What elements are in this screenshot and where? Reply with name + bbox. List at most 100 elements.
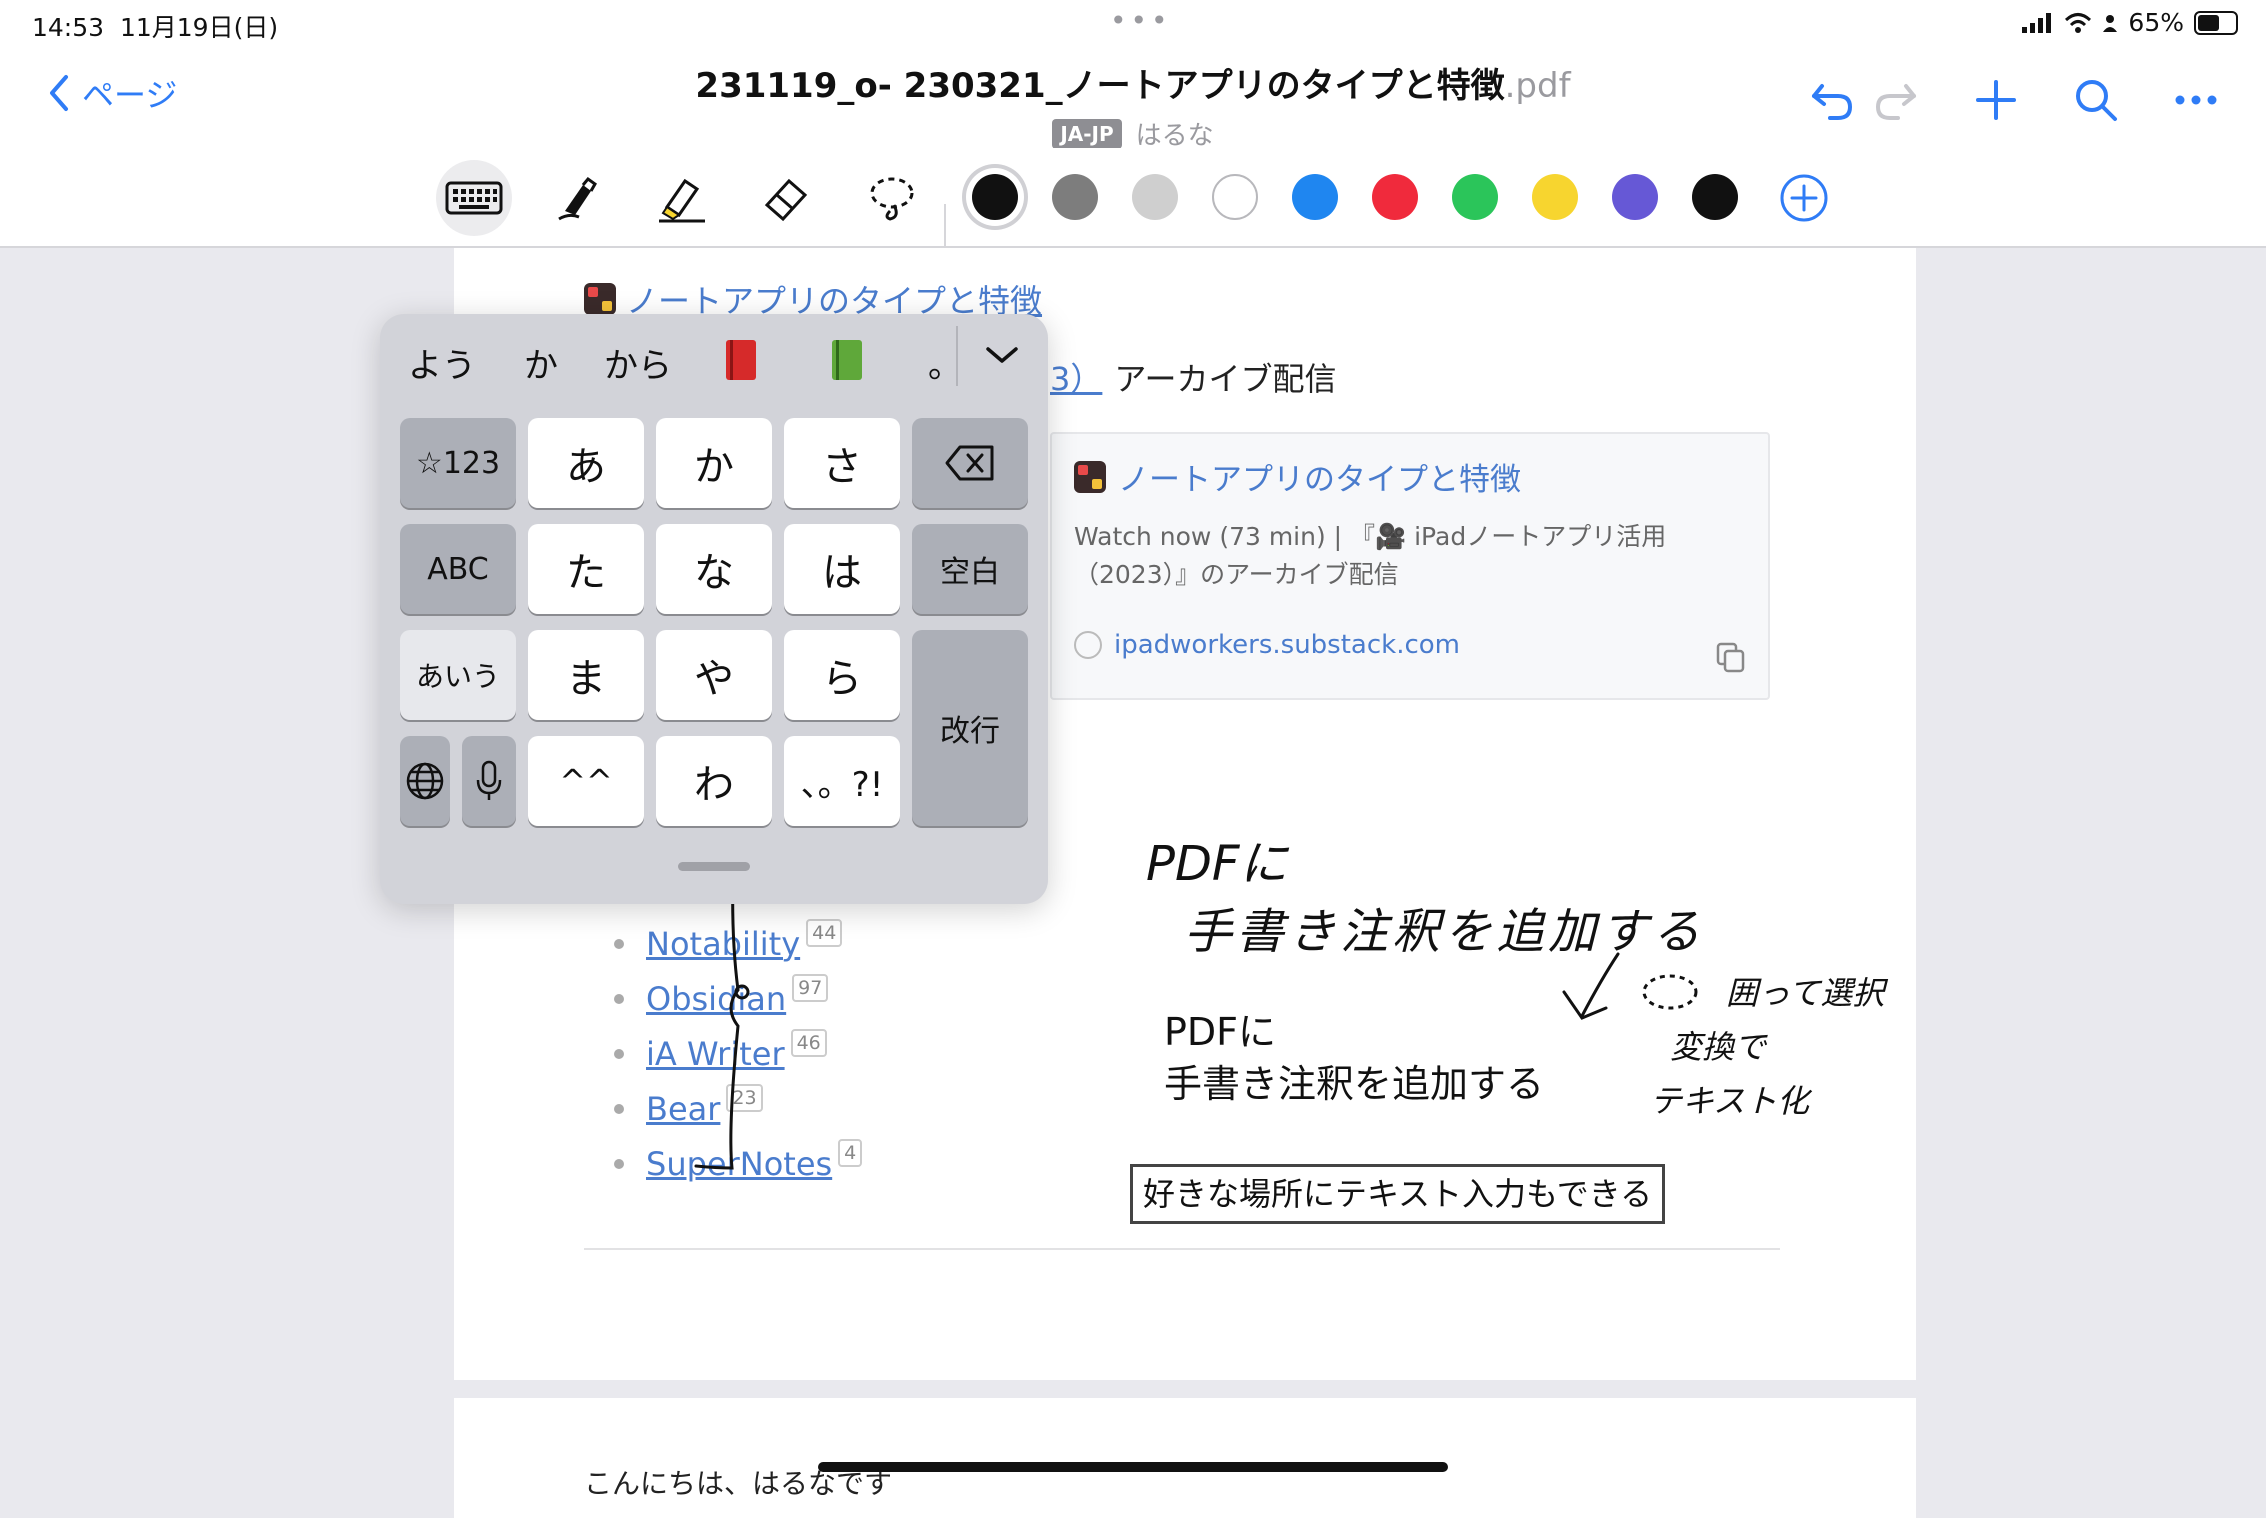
- handwriting-line2: 手書き注釈を追加する: [1184, 904, 1704, 960]
- cellular-icon: [2022, 12, 2052, 33]
- battery-percent: 65%: [2128, 8, 2184, 37]
- key-numbers[interactable]: ☆123: [400, 418, 516, 508]
- candidate[interactable]: から: [604, 338, 672, 387]
- color-swatch[interactable]: [1052, 174, 1098, 220]
- navigation-bar: ページ 231119_o- 230321_ノートアプリのタイプと特徴.pdf J…: [0, 48, 2266, 151]
- list-item: SuperNotes 4: [614, 1136, 863, 1191]
- more-icon[interactable]: [2166, 70, 2226, 130]
- lasso-icon[interactable]: [854, 160, 930, 236]
- color-swatch[interactable]: [1692, 174, 1738, 220]
- key-ra[interactable]: ら: [784, 630, 900, 720]
- count-badge: 4: [838, 1138, 863, 1167]
- key-a[interactable]: あ: [528, 418, 644, 508]
- handwriting-line1: PDFに: [1146, 836, 1290, 892]
- key-kana[interactable]: あいう: [400, 630, 516, 720]
- list-item: Notability 44: [614, 916, 862, 971]
- globe-key[interactable]: [400, 736, 450, 826]
- handwriting-note2: 変換で: [1670, 1028, 1768, 1066]
- card-url: ipadworkers.substack.com: [1074, 630, 1460, 660]
- candidate[interactable]: か: [524, 338, 558, 387]
- card-title: ノートアプリのタイプと特徴: [1074, 454, 1521, 499]
- key-ka[interactable]: か: [656, 418, 772, 508]
- count-badge: 46: [790, 1028, 827, 1057]
- status-indicators: 65%: [2022, 8, 2238, 37]
- bullet: [614, 938, 624, 949]
- key-na[interactable]: な: [656, 524, 772, 614]
- key-ta[interactable]: た: [528, 524, 644, 614]
- delete-key[interactable]: [912, 418, 1028, 508]
- key-emoticon[interactable]: ^^: [528, 736, 644, 826]
- keyboard-drag-handle[interactable]: [678, 862, 750, 871]
- toolbar-divider: [944, 204, 946, 248]
- author-name: はるな: [1135, 121, 1214, 151]
- keyboard-icon[interactable]: [436, 160, 512, 236]
- candidate-emoji-green-book[interactable]: [830, 338, 864, 391]
- plus-icon[interactable]: [1966, 70, 2026, 130]
- bullet: [614, 1048, 624, 1059]
- card-description: Watch now (73 min) | 『🎥 iPadノートアプリ活用（202…: [1074, 522, 1667, 589]
- candidate-emoji-red-book[interactable]: [724, 338, 758, 391]
- color-swatch[interactable]: [1612, 174, 1658, 220]
- undo-icon[interactable]: [1802, 70, 1862, 130]
- microphone-icon: [476, 760, 502, 800]
- pdf-page-next[interactable]: こんにちは、はるなです: [454, 1398, 1916, 1518]
- bullet: [614, 1158, 624, 1169]
- status-bar: 14:53 11月19日(日) ••• 65%: [0, 0, 2266, 48]
- floating-keyboard[interactable]: よう か から 。 ☆123 あ か さ ABC た な は 空白 あいう ま …: [380, 314, 1048, 904]
- candidate-separator: [956, 326, 958, 386]
- color-swatch[interactable]: [1452, 174, 1498, 220]
- color-swatch[interactable]: [1212, 174, 1258, 220]
- redo-icon[interactable]: [1866, 70, 1926, 130]
- highlighter-icon[interactable]: [644, 160, 720, 236]
- wifi-icon: [2065, 12, 2092, 33]
- person-icon: [2103, 14, 2118, 32]
- site-favicon-icon: [1074, 631, 1102, 659]
- key-ha[interactable]: は: [784, 524, 900, 614]
- count-badge: 23: [726, 1083, 763, 1112]
- key-sa[interactable]: さ: [784, 418, 900, 508]
- notebook-app-icon: [1074, 460, 1106, 493]
- pen-icon[interactable]: [542, 160, 618, 236]
- key-punctuation[interactable]: 、。?!: [784, 736, 900, 826]
- battery-icon: [2194, 10, 2238, 35]
- candidate[interactable]: よう: [408, 338, 476, 387]
- key-wa[interactable]: わ: [656, 736, 772, 826]
- key-ma[interactable]: ま: [528, 630, 644, 720]
- return-key[interactable]: 改行: [912, 630, 1028, 826]
- text-box[interactable]: 好きな場所にテキスト入力もできる: [1130, 1164, 1666, 1224]
- color-swatch[interactable]: [1532, 174, 1578, 220]
- language-badge: JA-JP: [1052, 118, 1122, 149]
- list-item: Obsidian 97: [614, 971, 862, 1026]
- globe-icon: [406, 762, 444, 800]
- converted-text[interactable]: PDFに 手書き注釈を追加する: [1164, 1006, 1544, 1110]
- multitasking-dots-icon[interactable]: •••: [1110, 4, 1172, 37]
- count-badge: 97: [792, 973, 829, 1002]
- status-time: 14:53 11月19日(日): [32, 13, 279, 42]
- search-icon[interactable]: [2066, 70, 2126, 130]
- color-swatch[interactable]: [1372, 174, 1418, 220]
- space-key[interactable]: 空白: [912, 524, 1028, 614]
- list-item: Bear 23: [614, 1081, 862, 1136]
- color-swatch[interactable]: [972, 174, 1018, 220]
- delete-icon: [945, 445, 994, 481]
- add-color-icon[interactable]: [1766, 160, 1842, 236]
- chevron-down-icon[interactable]: [984, 336, 1020, 376]
- archive-line: 3） アーカイブ配信: [1050, 360, 1337, 398]
- drawing-toolbar: [0, 148, 2266, 248]
- home-indicator[interactable]: [818, 1462, 1448, 1472]
- divider-line: [584, 1248, 1780, 1250]
- bullet: [614, 993, 624, 1004]
- eraser-icon[interactable]: [748, 160, 824, 236]
- copy-icon[interactable]: [1716, 642, 1746, 674]
- count-badge: 44: [806, 918, 843, 947]
- link-preview-card[interactable]: ノートアプリのタイプと特徴 Watch now (73 min) | 『🎥 iP…: [1050, 432, 1770, 700]
- key-ya[interactable]: や: [656, 630, 772, 720]
- key-abc[interactable]: ABC: [400, 524, 516, 614]
- color-swatch[interactable]: [1132, 174, 1178, 220]
- handwriting-note3: テキスト化: [1650, 1082, 1813, 1120]
- list-item: iA Writer 46: [614, 1026, 862, 1081]
- microphone-key[interactable]: [462, 736, 516, 826]
- color-swatch[interactable]: [1292, 174, 1338, 220]
- handwriting-note1: 囲って選択: [1726, 974, 1888, 1012]
- app-list: Notability 44 Obsidian 97 iA Writer 46 Bear…: [614, 916, 863, 1191]
